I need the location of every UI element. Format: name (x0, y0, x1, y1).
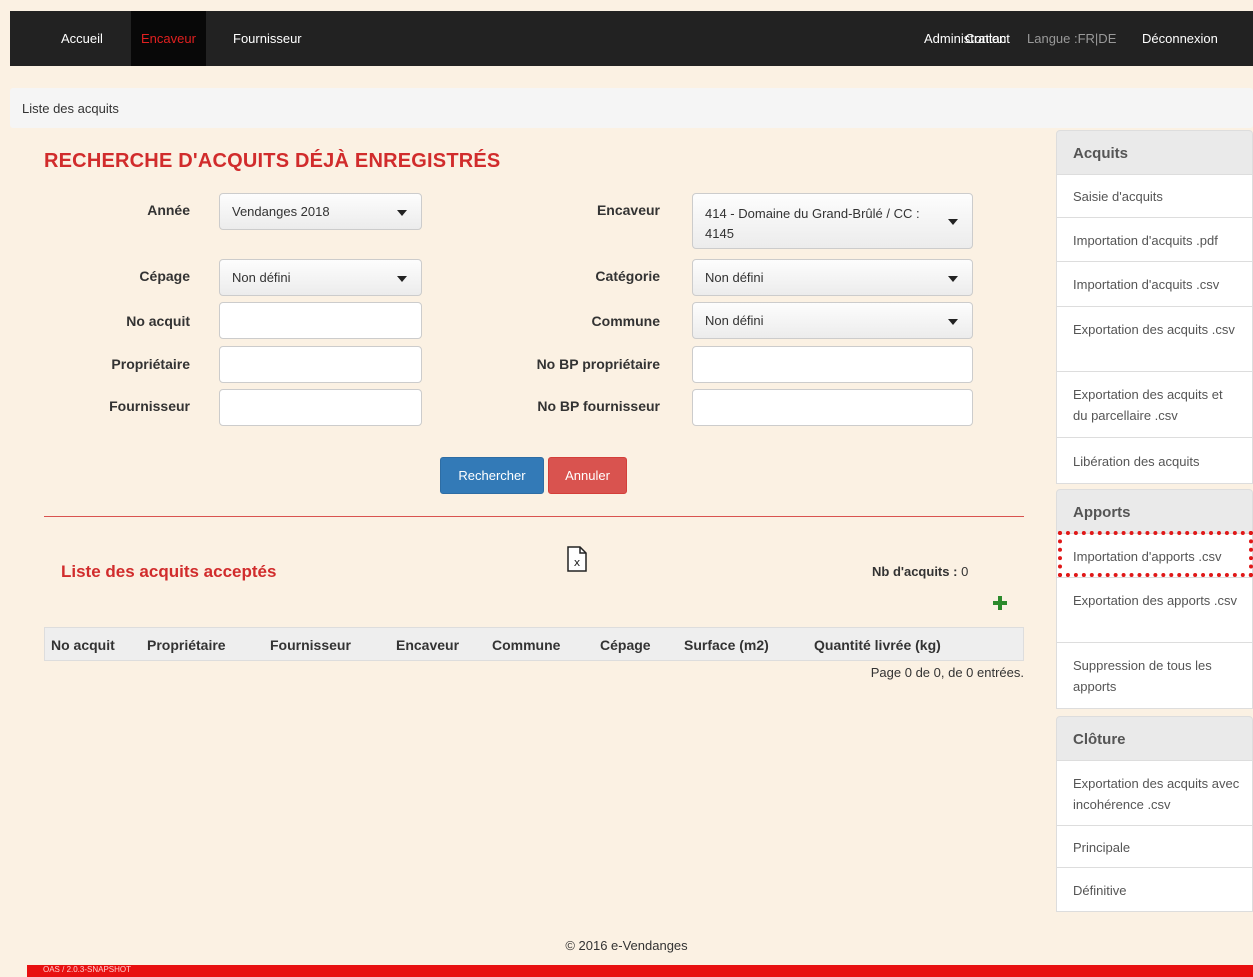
panel-title: Acquits (1073, 145, 1129, 162)
breadcrumb-current: Liste des acquits (22, 101, 119, 116)
proprietaire-label: Propriétaire (111, 356, 190, 372)
sidebar-item-saisie-acquits[interactable]: Saisie d'acquits (1056, 175, 1253, 218)
chevron-down-icon (397, 210, 407, 216)
no-acquit-label: No acquit (126, 313, 190, 329)
annee-select[interactable]: Vendanges 2018 (219, 193, 422, 230)
no-bp-proprietaire-label: No BP propriétaire (536, 356, 660, 372)
fournisseur-label: Fournisseur (109, 398, 190, 414)
sidebar-item-suppression-apports[interactable]: Suppression de tous les apports (1056, 643, 1253, 709)
nb-acquits-label: Nb d'acquits : (872, 564, 958, 579)
column-header[interactable]: Commune (492, 637, 560, 653)
sidebar-item-export-acquits-csv[interactable]: Exportation des acquits .csv (1056, 307, 1253, 372)
sidebar-item-definitive[interactable]: Définitive (1056, 868, 1253, 912)
excel-export-icon[interactable]: x (567, 546, 587, 572)
annee-label: Année (147, 202, 190, 218)
nav-deconnexion[interactable]: Déconnexion (1138, 11, 1222, 66)
nav-langue[interactable]: Langue :FR|DE (1023, 11, 1120, 66)
proprietaire-input[interactable] (219, 346, 422, 383)
table-header: No acquit Propriétaire Fournisseur Encav… (44, 627, 1024, 661)
sidebar-item-import-apports-csv[interactable]: Importation d'apports .csv (1056, 534, 1253, 578)
categorie-label: Catégorie (595, 268, 660, 284)
chevron-down-icon (948, 319, 958, 325)
commune-select-value: Non défini (705, 313, 764, 328)
cepage-label: Cépage (139, 268, 190, 284)
nav-fournisseur[interactable]: Fournisseur (223, 11, 312, 66)
column-header[interactable]: Cépage (600, 637, 651, 653)
rechercher-button[interactable]: Rechercher (440, 457, 544, 494)
sidebar-panel-cloture: Clôture (1056, 716, 1253, 761)
footer-copyright: © 2016 e-Vendanges (565, 938, 688, 953)
no-bp-fournisseur-input[interactable] (692, 389, 973, 426)
encaveur-select[interactable]: 414 - Domaine du Grand-Brûlé / CC : 4145 (692, 193, 973, 249)
version-bar: OAS / 2.0.3-SNAPSHOT (27, 965, 1253, 977)
sidebar-item-import-acquits-pdf[interactable]: Importation d'acquits .pdf (1056, 218, 1253, 262)
cepage-select[interactable]: Non défini (219, 259, 422, 296)
nav-encaveur[interactable]: Encaveur (131, 11, 206, 66)
categorie-select-value: Non défini (705, 270, 764, 285)
nav-contact[interactable]: Contact (965, 11, 1010, 66)
nb-acquits-value: 0 (961, 564, 969, 579)
nav-accueil[interactable]: Accueil (51, 11, 113, 66)
commune-label: Commune (591, 313, 660, 329)
panel-title: Apports (1073, 504, 1131, 521)
breadcrumb: Liste des acquits (10, 88, 1253, 128)
column-header[interactable]: Propriétaire (147, 637, 226, 653)
cepage-select-value: Non défini (232, 270, 291, 285)
column-header[interactable]: Encaveur (396, 637, 459, 653)
plus-icon[interactable] (993, 596, 1007, 610)
panel-title: Clôture (1073, 731, 1126, 748)
sidebar-item-liberation-acquits[interactable]: Libération des acquits (1056, 438, 1253, 484)
annuler-button[interactable]: Annuler (548, 457, 627, 494)
svg-text:x: x (574, 556, 581, 569)
sidebar-item-import-acquits-csv[interactable]: Importation d'acquits .csv (1056, 262, 1253, 307)
encaveur-label: Encaveur (596, 202, 660, 218)
no-bp-proprietaire-input[interactable] (692, 346, 973, 383)
annee-select-value: Vendanges 2018 (232, 204, 330, 219)
fournisseur-input[interactable] (219, 389, 422, 426)
list-title: Liste des acquits acceptés (61, 562, 277, 581)
column-header[interactable]: Surface (m2) (684, 637, 769, 653)
pagination-info: Page 0 de 0, de 0 entrées. (870, 665, 1024, 680)
page-title: RECHERCHE D'ACQUITS DÉJÀ ENREGISTRÉS (44, 150, 501, 172)
column-header[interactable]: Fournisseur (270, 637, 351, 653)
nb-acquits: Nb d'acquits : 0 (872, 564, 968, 579)
chevron-down-icon (397, 276, 407, 282)
top-navbar: Accueil Encaveur Fournisseur Administrat… (10, 11, 1253, 66)
chevron-down-icon (948, 276, 958, 282)
version-label: OAS / 2.0.3-SNAPSHOT (43, 965, 132, 974)
section-divider (44, 516, 1024, 517)
commune-select[interactable]: Non défini (692, 302, 973, 339)
column-header[interactable]: Quantité livrée (kg) (814, 637, 941, 653)
no-bp-fournisseur-label: No BP fournisseur (537, 398, 660, 414)
sidebar-item-export-incoherence[interactable]: Exportation des acquits avec incohérence… (1056, 761, 1253, 826)
sidebar-panel-acquits: Acquits (1056, 130, 1253, 175)
encaveur-select-value: 414 - Domaine du Grand-Brûlé / CC : 4145 (705, 206, 920, 241)
no-acquit-input[interactable] (219, 302, 422, 339)
sidebar-panel-apports: Apports (1056, 489, 1253, 534)
chevron-down-icon (948, 219, 958, 225)
column-header[interactable]: No acquit (51, 637, 115, 653)
categorie-select[interactable]: Non défini (692, 259, 973, 296)
sidebar-item-export-acquits-parcellaire[interactable]: Exportation des acquits et du parcellair… (1056, 372, 1253, 438)
sidebar-item-principale[interactable]: Principale (1056, 826, 1253, 868)
sidebar-item-export-apports-csv[interactable]: Exportation des apports .csv (1056, 578, 1253, 643)
